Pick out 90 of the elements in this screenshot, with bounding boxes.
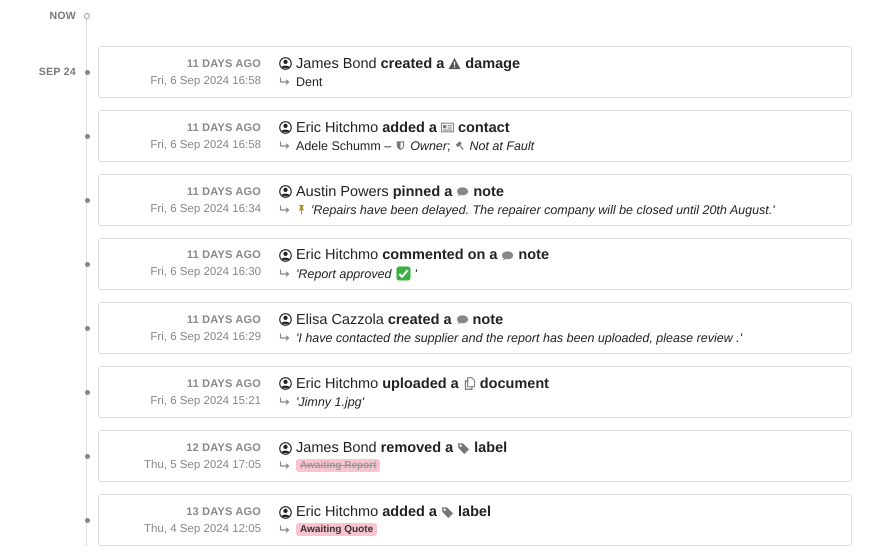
timeline-dot	[84, 326, 90, 330]
date-label: SEP 24	[38, 66, 76, 78]
actor-name: Austin Powers	[296, 184, 389, 200]
user-avatar-icon	[279, 506, 292, 518]
pushpin-icon	[296, 204, 307, 215]
action-text: created a	[388, 312, 452, 328]
timestamp: Thu, 4 Sep 2024 12:05	[144, 523, 261, 536]
user-avatar-icon	[279, 121, 292, 134]
user-avatar-icon	[279, 377, 292, 390]
label-tag: Awaiting Quote	[296, 523, 378, 536]
timeline-dot	[84, 198, 90, 202]
timestamp: Fri, 6 Sep 2024 16:34	[150, 202, 261, 216]
relative-time: 13 DAYS AGO	[186, 506, 261, 518]
object-type: note	[473, 184, 504, 200]
relative-time: 11 DAYS AGO	[186, 186, 261, 198]
detail-text: Adele Schumm –	[296, 138, 392, 152]
action-text: added a	[382, 504, 437, 520]
speech-bubble-icon	[456, 313, 469, 326]
timestamp: Fri, 6 Sep 2024 16:29	[150, 330, 261, 344]
timestamp: Fri, 6 Sep 2024 15:21	[150, 394, 261, 408]
return-arrow-icon	[279, 333, 290, 342]
actor-name: James Bond	[296, 56, 377, 72]
object-type: label	[474, 440, 508, 456]
id-card-icon	[440, 121, 454, 134]
relative-time: 11 DAYS AGO	[186, 58, 261, 70]
action-text: removed a	[380, 440, 454, 456]
label-tag: Awaiting Report	[296, 459, 380, 472]
detail-text: 'Repairs have been delayed. The repairer company will be closed until 20th August.'	[311, 202, 775, 216]
return-arrow-icon	[279, 525, 290, 534]
action-text: pinned a	[392, 184, 452, 200]
gavel-icon	[454, 140, 466, 151]
action-text: added a	[382, 120, 437, 136]
return-arrow-icon	[279, 397, 290, 406]
object-type: contact	[458, 120, 510, 136]
speech-bubble-icon	[501, 248, 514, 262]
relative-time: 12 DAYS AGO	[186, 442, 261, 454]
actor-name: Eric Hitchmo	[296, 504, 378, 520]
action-text: commented on a	[382, 247, 498, 263]
documents-icon	[462, 377, 476, 390]
object-type: note	[518, 247, 550, 263]
object-type: note	[472, 312, 504, 328]
object-type: label	[458, 504, 492, 520]
user-avatar-icon	[279, 57, 292, 70]
relative-time: 11 DAYS AGO	[186, 378, 261, 390]
timeline-dot	[84, 390, 90, 394]
speech-bubble-icon	[456, 185, 470, 198]
return-arrow-icon	[279, 77, 290, 86]
timestamp: Fri, 6 Sep 2024 16:30	[150, 266, 261, 280]
action-text: uploaded a	[382, 376, 459, 392]
actor-name: Eric Hitchmo	[296, 120, 378, 136]
return-arrow-icon	[279, 461, 290, 470]
shield-icon	[395, 140, 406, 151]
object-type: damage	[465, 56, 520, 72]
user-avatar-icon	[279, 185, 292, 198]
timeline-dot	[84, 13, 90, 19]
detail-text: 'I have contacted the supplier and the report has been uploaded, please review .'	[296, 330, 742, 344]
detail-text: 'Jimny 1.jpg'	[296, 394, 364, 408]
user-avatar-icon	[279, 442, 292, 454]
relative-time: 11 DAYS AGO	[186, 249, 261, 261]
timeline-dot	[84, 454, 90, 458]
actor-name: Eric Hitchmo	[296, 376, 378, 392]
now-label: NOW	[49, 10, 76, 22]
timeline-dot	[84, 262, 90, 266]
return-arrow-icon	[279, 205, 290, 214]
detail-text: 'Report approved	[296, 266, 392, 280]
relative-time: 11 DAYS AGO	[186, 122, 261, 134]
check-mark-icon	[396, 266, 411, 281]
user-avatar-icon	[279, 248, 292, 262]
user-avatar-icon	[279, 313, 292, 326]
actor-name: Eric Hitchmo	[296, 247, 378, 263]
detail-text: Not at Fault	[470, 138, 534, 152]
timeline-dot	[84, 134, 90, 138]
object-type: document	[480, 376, 550, 392]
timestamp: Thu, 5 Sep 2024 17:05	[144, 459, 261, 472]
timeline-dot	[84, 70, 90, 74]
detail-text: Dent	[296, 74, 322, 88]
return-arrow-icon	[279, 141, 290, 150]
detail-text: Owner;	[410, 138, 450, 152]
return-arrow-icon	[279, 269, 290, 278]
tag-icon	[457, 442, 470, 454]
timestamp: Fri, 6 Sep 2024 16:58	[150, 74, 261, 88]
tag-icon	[440, 506, 454, 518]
warning-icon	[448, 57, 462, 70]
detail-text: '	[414, 266, 417, 280]
action-text: created a	[380, 56, 444, 72]
actor-name: James Bond	[296, 440, 377, 456]
actor-name: Elisa Cazzola	[296, 312, 384, 328]
timeline-dot	[84, 518, 90, 522]
timestamp: Fri, 6 Sep 2024 16:58	[150, 138, 261, 152]
relative-time: 11 DAYS AGO	[186, 314, 261, 326]
